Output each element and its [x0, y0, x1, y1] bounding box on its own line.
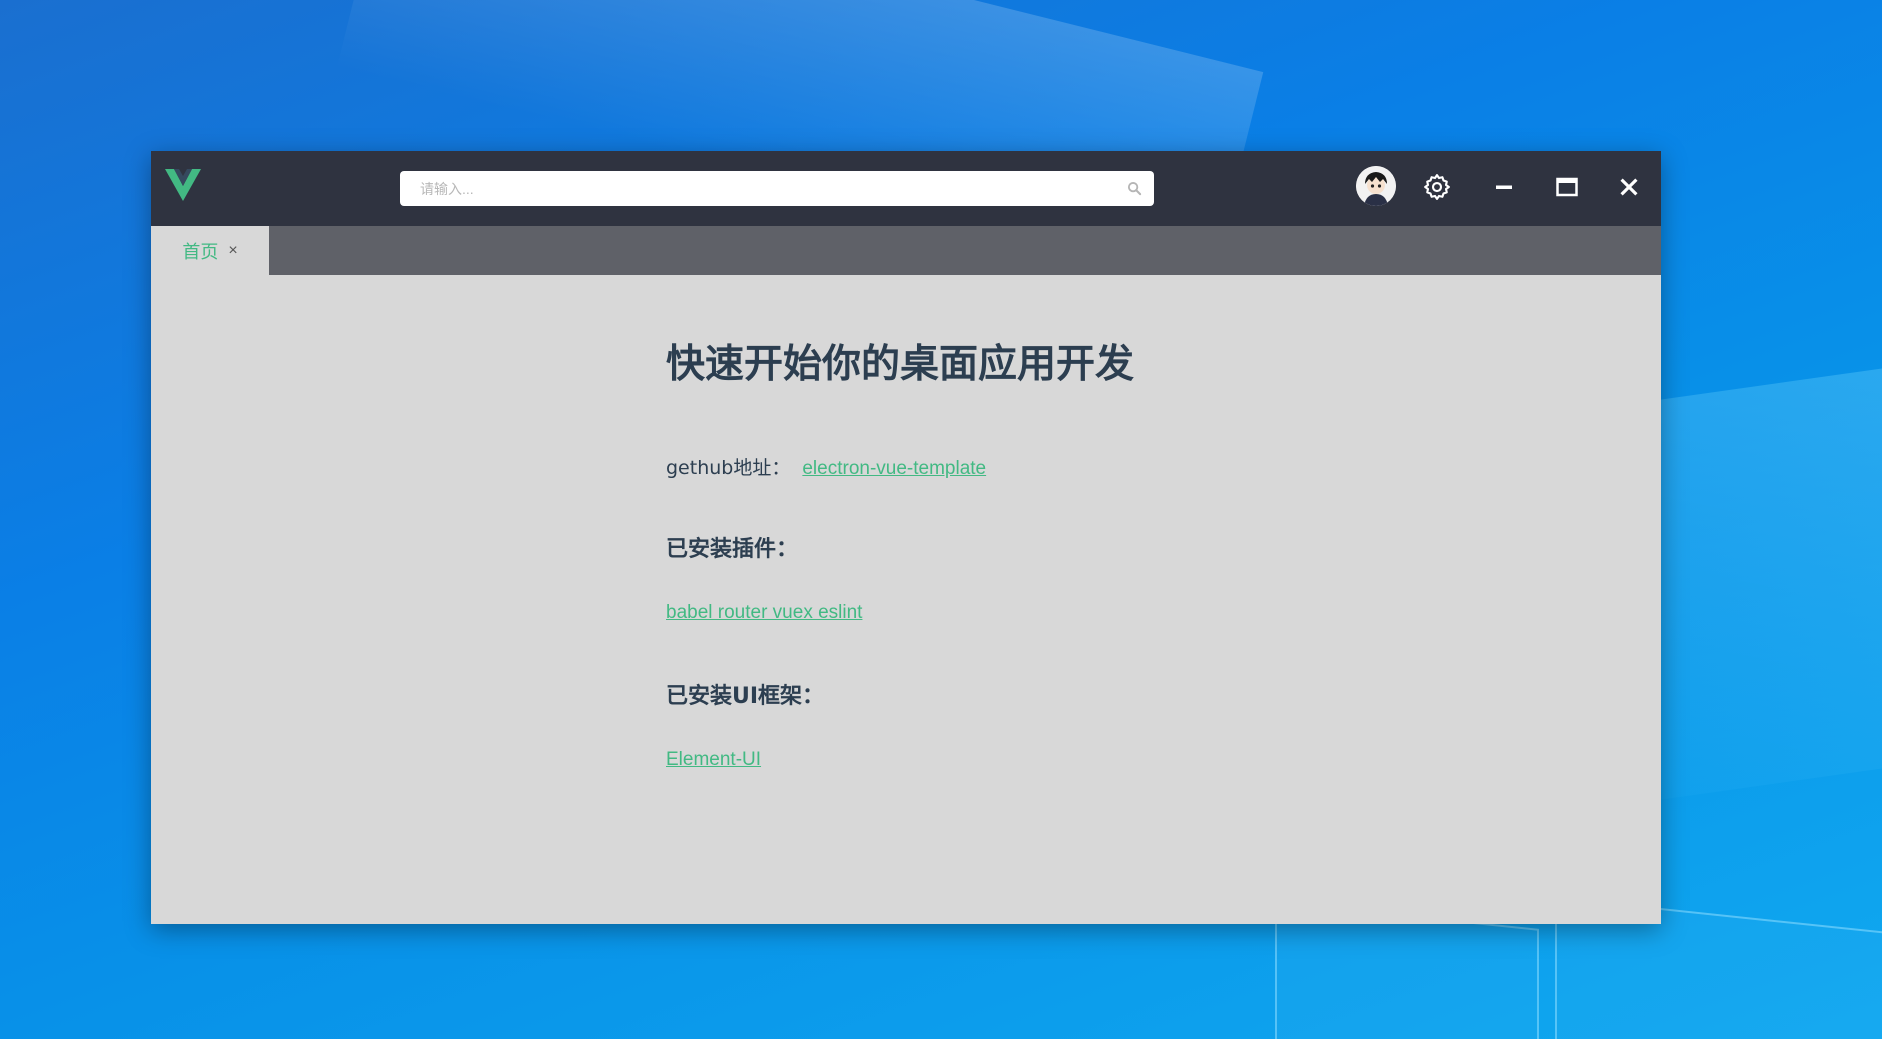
ui-framework-row: Element-UI	[666, 749, 761, 771]
tab-home-label: 首页	[182, 241, 219, 263]
search-box	[400, 171, 1154, 206]
github-row: gethub地址： electron-vue-template	[666, 453, 986, 480]
plugins-heading: 已安装插件：	[666, 537, 799, 562]
search-input[interactable]	[400, 171, 1100, 206]
close-icon	[1620, 178, 1638, 196]
github-label: gethub地址：	[666, 457, 791, 479]
tab-bar: 首页 ×	[151, 226, 1661, 275]
minimize-button[interactable]	[1486, 169, 1522, 205]
gear-icon	[1424, 174, 1450, 200]
ui-framework-link[interactable]: Element-UI	[666, 749, 761, 770]
maximize-icon	[1556, 177, 1578, 197]
ui-framework-heading: 已安装UI框架：	[666, 684, 825, 709]
tab-close-icon[interactable]: ×	[228, 242, 237, 259]
close-button[interactable]	[1611, 169, 1647, 205]
plugins-link[interactable]: babel router vuex eslint	[666, 602, 862, 623]
minimize-icon	[1496, 185, 1512, 189]
vue-logo-icon	[165, 169, 201, 201]
app-window: 首页 × 快速开始你的桌面应用开发 gethub地址： electron-vue-…	[151, 151, 1661, 924]
tab-home[interactable]: 首页 ×	[151, 226, 269, 275]
github-link[interactable]: electron-vue-template	[802, 458, 986, 479]
settings-button[interactable]	[1419, 169, 1455, 205]
maximize-button[interactable]	[1549, 169, 1585, 205]
avatar[interactable]	[1356, 166, 1396, 206]
title-bar[interactable]	[151, 151, 1661, 226]
avatar-image	[1356, 166, 1396, 206]
desktop-background: 首页 × 快速开始你的桌面应用开发 gethub地址： electron-vue-…	[0, 0, 1882, 1039]
search-icon[interactable]	[1127, 181, 1142, 196]
page-title: 快速开始你的桌面应用开发	[666, 342, 1135, 387]
plugins-row: babel router vuex eslint	[666, 602, 862, 624]
